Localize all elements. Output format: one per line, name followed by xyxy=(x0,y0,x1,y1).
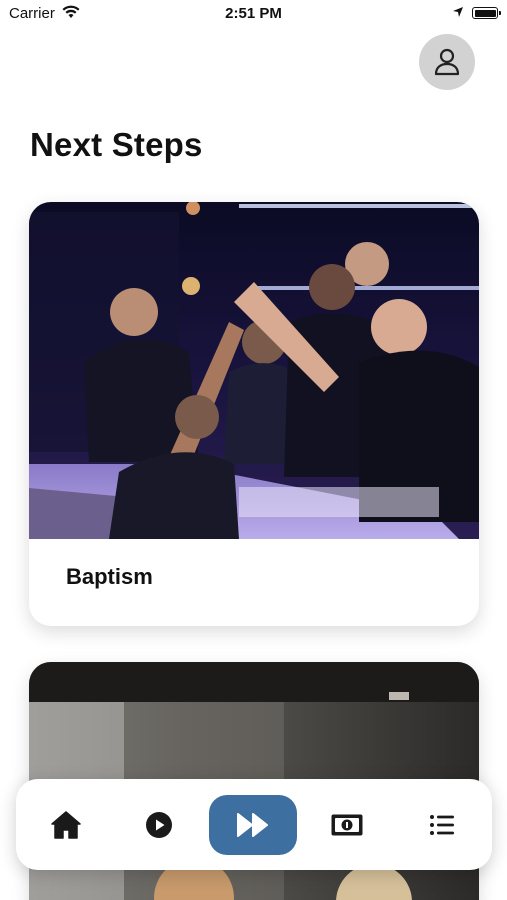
tab-more[interactable] xyxy=(416,795,468,855)
baptism-photo xyxy=(29,202,479,539)
home-icon xyxy=(51,811,81,839)
battery-icon xyxy=(472,7,501,19)
status-bar: Carrier 2:51 PM xyxy=(0,0,507,28)
clock: 2:51 PM xyxy=(225,5,282,22)
fast-forward-icon xyxy=(237,813,268,837)
page-title: Next Steps xyxy=(30,126,203,163)
user-icon xyxy=(434,48,460,76)
next-step-card-baptism[interactable]: Baptism xyxy=(29,202,479,626)
money-icon xyxy=(331,814,363,836)
tab-give[interactable] xyxy=(321,795,373,855)
play-circle-icon xyxy=(146,812,172,838)
profile-button[interactable] xyxy=(419,34,475,90)
tab-next-steps[interactable] xyxy=(209,795,297,855)
list-icon xyxy=(430,815,454,835)
tab-home[interactable] xyxy=(40,795,92,855)
tab-watch[interactable] xyxy=(133,795,185,855)
bottom-tab-bar xyxy=(16,779,492,870)
card-title: Baptism xyxy=(66,564,153,589)
location-arrow-icon xyxy=(453,7,463,17)
